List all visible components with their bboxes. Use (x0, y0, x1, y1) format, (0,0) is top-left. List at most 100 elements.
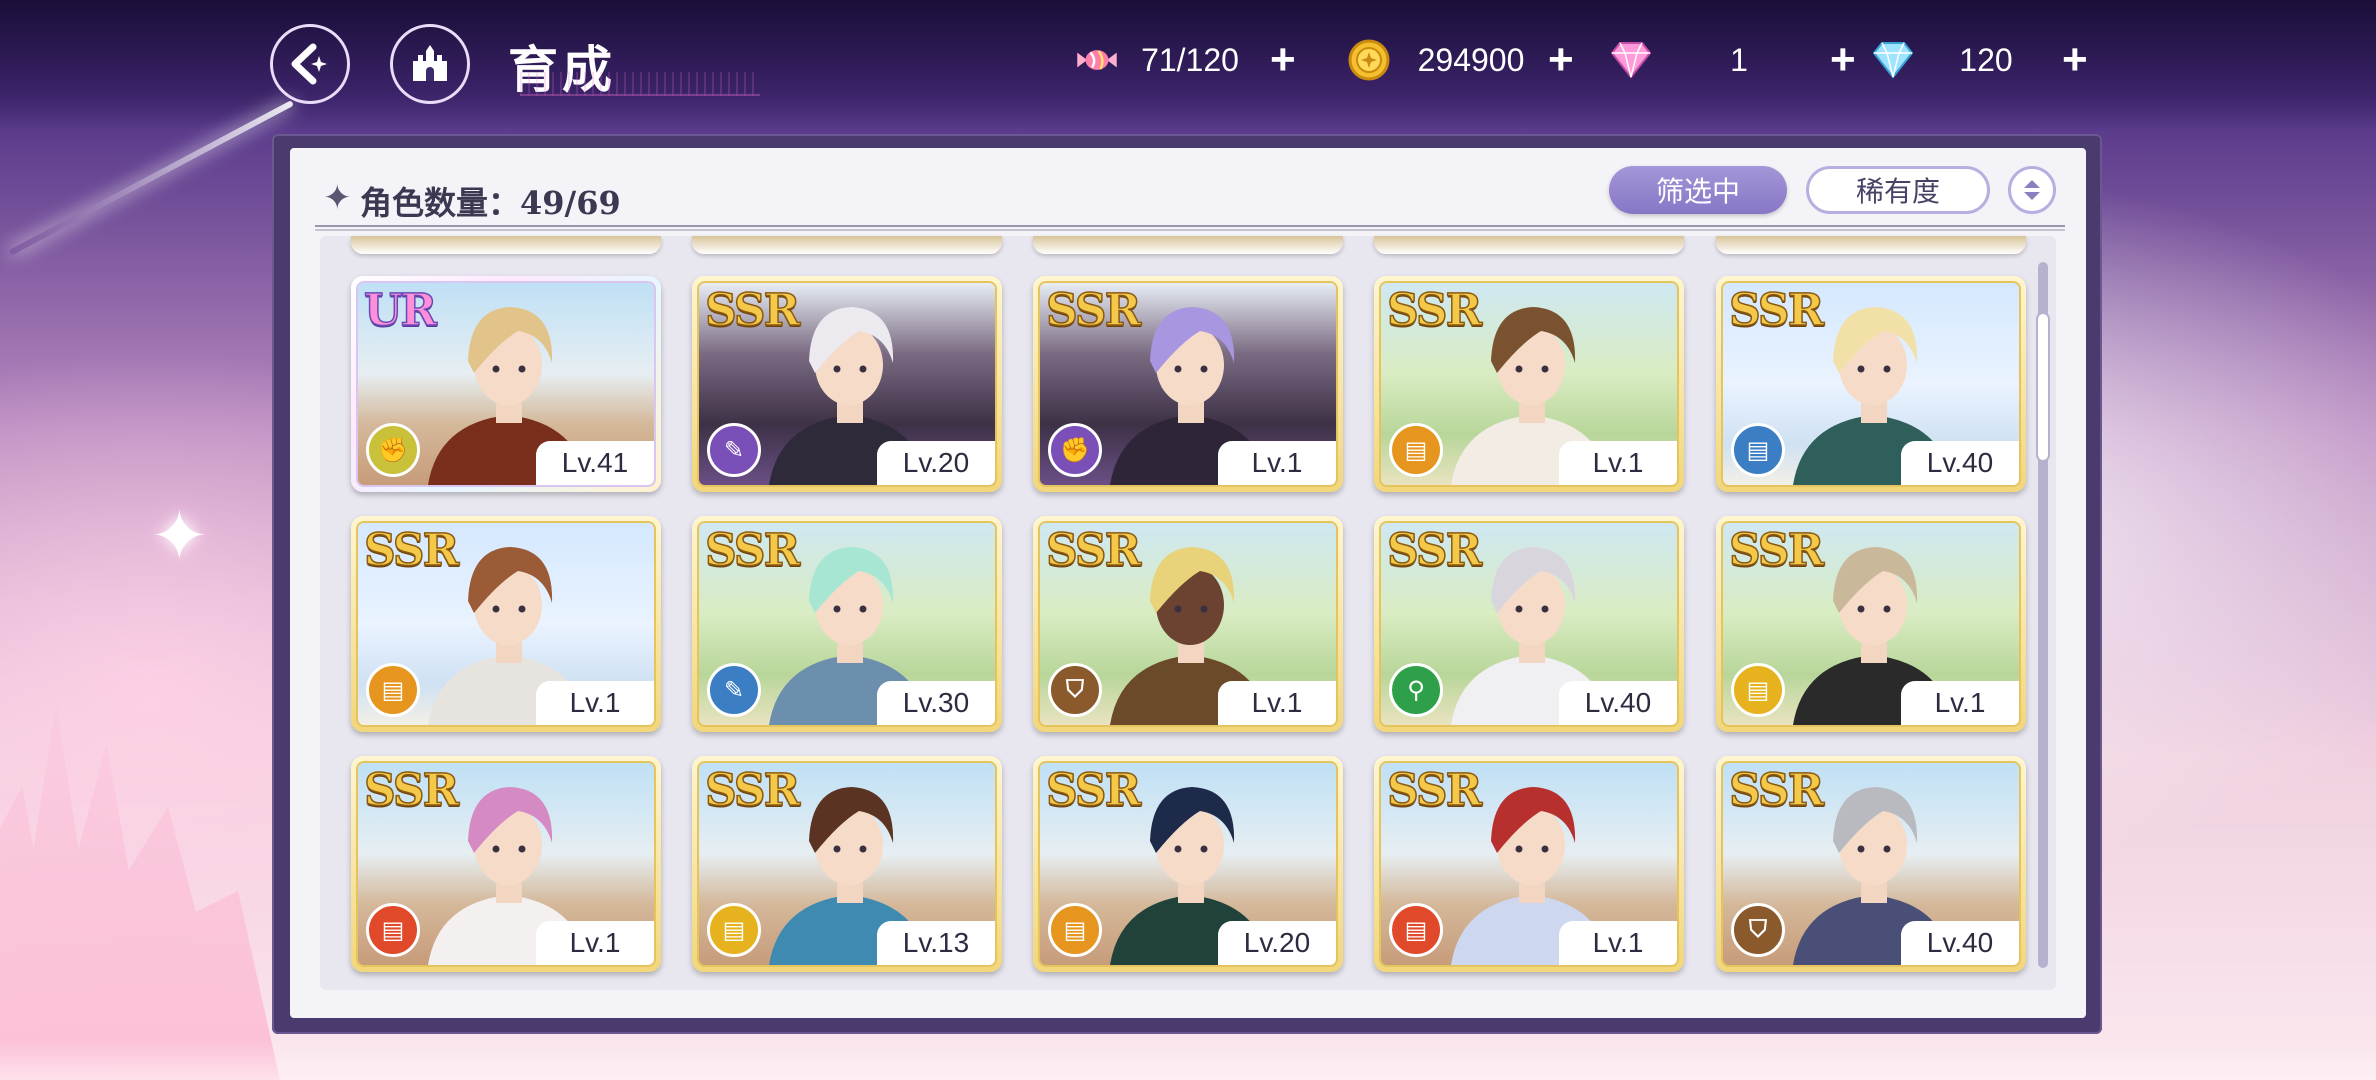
sparkle-icon: ✦ (323, 179, 352, 217)
character-card-frame: SSR ✎ Lv.20 (697, 281, 997, 487)
rarity-label: SSR (1045, 764, 1142, 817)
rarity-label: SSR (1386, 284, 1483, 337)
book-icon: ▤ (1048, 903, 1102, 957)
blue-diamond-add-button[interactable]: + (2062, 38, 2088, 82)
fist-icon: ✊ (1048, 423, 1102, 477)
level-label: Lv.40 (1901, 921, 2019, 965)
character-card[interactable]: SSR ⛉ Lv.40 (1716, 756, 2026, 972)
character-card[interactable]: SSR ▤ Lv.1 (1716, 516, 2026, 732)
character-card-frame: SSR ▤ Lv.1 (356, 521, 656, 727)
stamina-add-button[interactable]: + (1270, 38, 1296, 82)
level-label: Lv.1 (1218, 681, 1336, 725)
pink-diamond-icon (1608, 37, 1654, 83)
level-label: Lv.41 (536, 441, 654, 485)
book-icon: ▤ (1389, 903, 1443, 957)
level-label: Lv.40 (1559, 681, 1677, 725)
blue-diamond-value: 120 (1959, 41, 2013, 78)
character-card[interactable]: SSR ▤ Lv.1 (351, 756, 661, 972)
character-card-frame: SSR ⛉ Lv.1 (1038, 521, 1338, 727)
rarity-label: SSR (1045, 524, 1142, 577)
character-card-frame: SSR ▤ Lv.1 (1379, 761, 1679, 967)
rarity-label: SSR (363, 524, 460, 577)
fist-icon: ✊ (366, 423, 420, 477)
candy-icon (1074, 37, 1120, 83)
scroll-icon: ✎ (707, 423, 761, 477)
level-label: Lv.1 (1559, 921, 1677, 965)
level-label: Lv.30 (877, 681, 995, 725)
partial-character-card[interactable] (1033, 236, 1343, 254)
back-button[interactable] (270, 24, 350, 104)
back-arrow-sparkle-icon (291, 43, 327, 85)
pink-diamond-add-button[interactable]: + (1830, 38, 1856, 82)
character-card[interactable]: SSR ▤ Lv.1 (1374, 276, 1684, 492)
book-icon: ▤ (1389, 423, 1443, 477)
sort-by-rarity-button[interactable]: 稀有度 (1806, 166, 1990, 214)
shield-icon: ⛉ (1048, 663, 1102, 717)
scrollbar-thumb[interactable] (2036, 312, 2050, 462)
character-card-frame: SSR ▤ Lv.1 (356, 761, 656, 967)
character-card[interactable]: SSR ✎ Lv.20 (692, 276, 1002, 492)
staff-icon: ⚲ (1389, 663, 1443, 717)
character-card[interactable]: SSR ▤ Lv.20 (1033, 756, 1343, 972)
gold-value: 294900 (1417, 41, 1525, 78)
book-icon: ▤ (366, 903, 420, 957)
header-divider (315, 225, 2065, 231)
book-icon: ▤ (1731, 663, 1785, 717)
rarity-label: SSR (1386, 764, 1483, 817)
level-label: Lv.40 (1901, 441, 2019, 485)
castle-icon (413, 45, 447, 81)
shield-icon: ⛉ (1731, 903, 1785, 957)
rarity-label: SSR (1386, 524, 1483, 577)
character-card-frame: SSR ▤ Lv.20 (1038, 761, 1338, 967)
sort-order-button[interactable] (2008, 166, 2056, 214)
partial-character-card[interactable] (692, 236, 1002, 254)
character-count: 角色数量：49/69 (360, 184, 621, 222)
level-label: Lv.20 (877, 441, 995, 485)
home-button[interactable] (390, 24, 470, 104)
blue-diamond-icon (1870, 37, 1916, 83)
partial-character-card[interactable] (1716, 236, 2026, 254)
rarity-label: SSR (1045, 284, 1142, 337)
character-card[interactable]: SSR ⛉ Lv.1 (1033, 516, 1343, 732)
title-decoration (520, 72, 760, 96)
book-icon: ▤ (707, 903, 761, 957)
character-card[interactable]: SSR ▤ Lv.1 (351, 516, 661, 732)
character-card-frame: SSR ⛉ Lv.40 (1721, 761, 2021, 967)
character-card[interactable]: SSR ✎ Lv.30 (692, 516, 1002, 732)
book-icon: ▤ (366, 663, 420, 717)
pink-diamond-value: 1 (1730, 41, 1748, 78)
filter-button[interactable]: 筛选中 (1609, 166, 1787, 214)
character-card[interactable]: SSR ▤ Lv.40 (1716, 276, 2026, 492)
character-card-frame: UR ✊ Lv.41 (356, 281, 656, 487)
character-card-frame: SSR ▤ Lv.1 (1379, 281, 1679, 487)
character-card[interactable]: SSR ✊ Lv.1 (1033, 276, 1343, 492)
gold-coin-icon (1346, 37, 1392, 83)
resource-gold: 294900 + (1346, 30, 1574, 90)
level-label: Lv.13 (877, 921, 995, 965)
character-card-frame: SSR ✎ Lv.30 (697, 521, 997, 727)
scroll-icon: ✎ (707, 663, 761, 717)
level-label: Lv.1 (1218, 441, 1336, 485)
character-card-frame: SSR ▤ Lv.13 (697, 761, 997, 967)
resource-blue-diamond: 120 + (1870, 30, 2088, 90)
character-card-frame: SSR ▤ Lv.1 (1721, 521, 2021, 727)
character-card[interactable]: SSR ▤ Lv.13 (692, 756, 1002, 972)
level-label: Lv.1 (536, 681, 654, 725)
stamina-value: 71/120 (1141, 41, 1239, 78)
character-card-frame: SSR ▤ Lv.40 (1721, 281, 2021, 487)
character-card[interactable]: UR ✊ Lv.41 (351, 276, 661, 492)
character-card-frame: SSR ⚲ Lv.40 (1379, 521, 1679, 727)
bottom-fade (0, 1040, 2376, 1080)
level-label: Lv.20 (1218, 921, 1336, 965)
rarity-label: SSR (1728, 284, 1825, 337)
rarity-label: SSR (704, 524, 801, 577)
character-card[interactable]: SSR ▤ Lv.1 (1374, 756, 1684, 972)
gold-add-button[interactable]: + (1548, 38, 1574, 82)
partial-character-card[interactable] (351, 236, 661, 254)
character-card[interactable]: SSR ⚲ Lv.40 (1374, 516, 1684, 732)
character-card-frame: SSR ✊ Lv.1 (1038, 281, 1338, 487)
level-label: Lv.1 (536, 921, 654, 965)
rarity-label: SSR (704, 764, 801, 817)
partial-character-card[interactable] (1374, 236, 1684, 254)
castle-silhouette-decoration (0, 702, 280, 1080)
